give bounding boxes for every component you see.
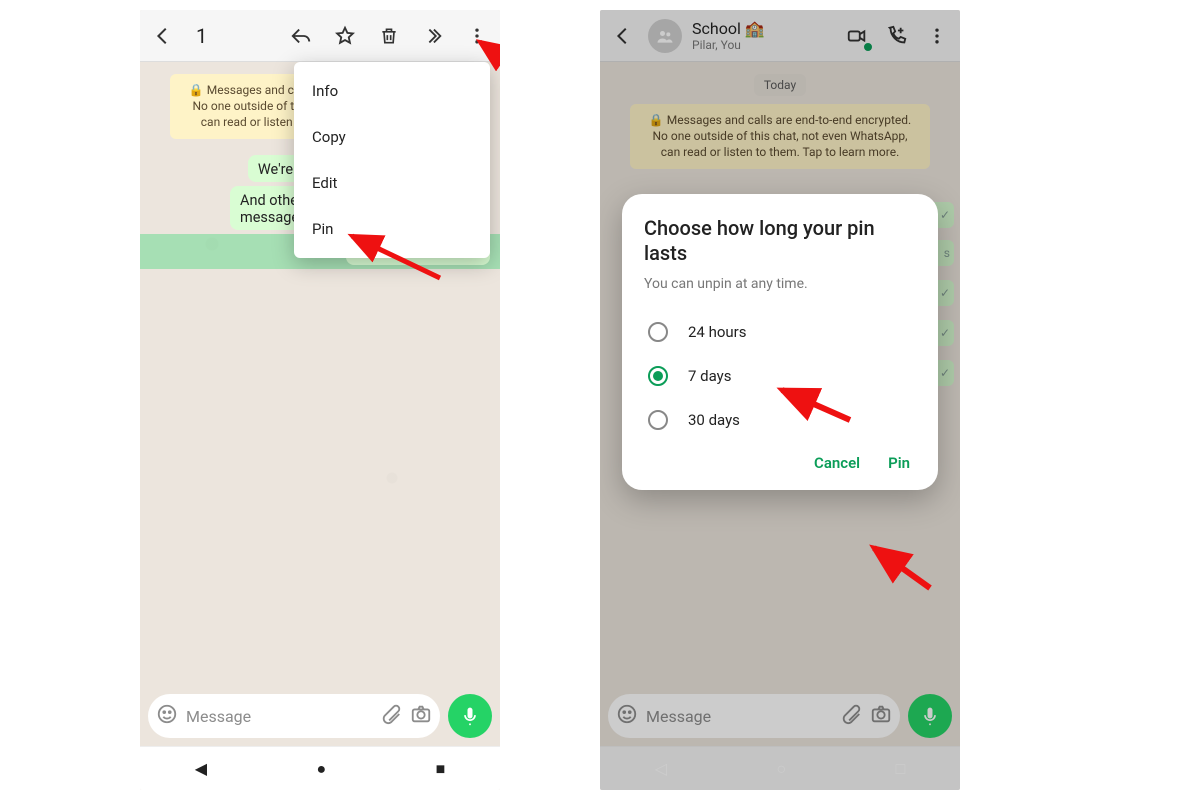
nav-home-icon[interactable]: ● — [316, 759, 326, 779]
option-24h[interactable]: 24 hours — [644, 310, 916, 354]
option-label: 30 days — [688, 411, 740, 429]
option-7d[interactable]: 7 days — [644, 354, 916, 398]
selection-header: 1 — [140, 10, 500, 62]
dialog-actions: Cancel Pin — [644, 442, 916, 478]
message-placeholder: Message — [186, 707, 372, 726]
back-icon[interactable] — [148, 21, 178, 51]
menu-item-info[interactable]: Info — [294, 68, 490, 114]
composer: Message — [140, 688, 500, 746]
forward-icon[interactable] — [418, 21, 448, 51]
attach-icon[interactable] — [380, 703, 402, 729]
option-label: 24 hours — [688, 323, 747, 341]
pin-duration-dialog: Choose how long your pin lasts You can u… — [622, 194, 938, 490]
radio-icon — [648, 322, 668, 342]
phone-left: 1 🔒 Messages and calls are end-to-end en… — [140, 10, 500, 790]
trash-icon[interactable] — [374, 21, 404, 51]
menu-item-copy[interactable]: Copy — [294, 114, 490, 160]
option-30d[interactable]: 30 days — [644, 398, 916, 442]
cancel-button[interactable]: Cancel — [814, 454, 860, 472]
option-label: 7 days — [688, 367, 732, 385]
nav-back-icon[interactable]: ◀ — [195, 759, 207, 778]
message-input[interactable]: Message — [148, 694, 440, 738]
radio-icon — [648, 366, 668, 386]
camera-icon[interactable] — [410, 703, 432, 729]
nav-recent-icon[interactable]: ■ — [436, 759, 446, 779]
radio-icon — [648, 410, 668, 430]
reply-icon[interactable] — [286, 21, 316, 51]
pin-button[interactable]: Pin — [888, 454, 910, 472]
mic-button[interactable] — [448, 694, 492, 738]
emoji-icon[interactable] — [156, 703, 178, 729]
selected-count: 1 — [196, 24, 207, 48]
menu-item-pin[interactable]: Pin — [294, 206, 490, 252]
android-nav: ◀ ● ■ — [140, 746, 500, 790]
phone-right: School 🏫 Pilar, You Today 🔒 Messages and… — [600, 10, 960, 790]
more-icon[interactable] — [462, 21, 492, 51]
overflow-menu: Info Copy Edit Pin — [294, 62, 490, 258]
star-icon[interactable] — [330, 21, 360, 51]
dialog-subtitle: You can unpin at any time. — [644, 276, 916, 292]
menu-item-edit[interactable]: Edit — [294, 160, 490, 206]
dialog-title: Choose how long your pin lasts — [644, 216, 916, 266]
